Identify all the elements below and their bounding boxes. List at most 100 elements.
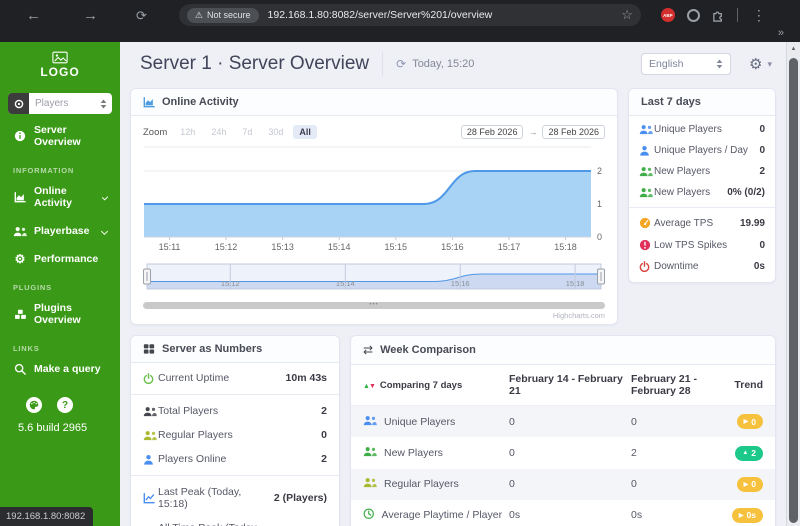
page-scrollbar[interactable]: ▲ [786, 42, 800, 526]
refresh-time: Today, 15:20 [412, 58, 475, 70]
week-row-new-players: New Players 0 2 ▲ 2 [351, 437, 775, 469]
stat-label: New Players [654, 187, 711, 198]
browser-reload-icon[interactable]: ⟳ [136, 9, 147, 22]
bookmark-star-icon[interactable]: ☆ [621, 7, 633, 23]
language-value: English [649, 58, 684, 70]
sidebar-item-make-a-query[interactable]: Make a query [0, 355, 120, 383]
date-from-input[interactable]: 28 Feb 2026 [460, 125, 524, 139]
settings-caret-icon: ▾ [767, 58, 772, 69]
not-secure-chip[interactable]: ⚠ Not secure [186, 7, 259, 23]
week1-column-header: February 14 - February 21 [509, 373, 623, 397]
page-selector[interactable]: Players [8, 93, 112, 114]
stat-value: 2 (Players) [273, 492, 327, 504]
zoom-button-12h[interactable]: 12h [174, 125, 201, 139]
trend-badge: ▶ 0 [736, 476, 763, 492]
users-icon [639, 124, 654, 135]
svg-text:15:12: 15:12 [221, 279, 240, 288]
browser-menu-icon[interactable]: ⋮ [752, 8, 766, 22]
stat-row-unique-players-day: Unique Players / Day 0 [629, 140, 775, 161]
settings-gear-icon[interactable]: ⚙ [749, 55, 762, 73]
browser-status-bar: 192.168.1.80:8082 [0, 507, 94, 526]
chart-navigator[interactable]: 15:12 15:14 15:16 15:18 [131, 263, 617, 300]
help-button[interactable]: ? [57, 397, 73, 413]
language-select[interactable]: English [641, 53, 732, 75]
page-header: Server 1 · Server Overview ⟳ Today, 15:2… [120, 42, 786, 86]
chart-toolbar: Zoom 12h 24h 7d 30d All 28 Feb 2026 → 28 Feb… [131, 116, 617, 143]
stat-label: New Players [654, 166, 711, 177]
trend-caret-icon: ▶ [743, 481, 749, 488]
zoom-button-30d[interactable]: 30d [262, 125, 289, 139]
theme-palette-button[interactable] [26, 397, 42, 413]
zoom-button-7d[interactable]: 7d [236, 125, 258, 139]
stat-value: 0 [321, 429, 327, 441]
scrollbar-thumb[interactable] [789, 58, 798, 523]
users-icon [363, 415, 377, 429]
sidebar-item-label: Performance [34, 253, 99, 265]
users-icon [143, 430, 158, 441]
week1-value: 0 [509, 415, 515, 428]
browser-forward-icon[interactable]: → [83, 8, 98, 23]
week-row-average-playtime-player: Average Playtime / Player 0s 0s ▶ 0s [351, 500, 775, 526]
chartarea-icon [13, 191, 27, 203]
sidebar-item-online-activity[interactable]: Online Activity [0, 177, 120, 217]
sidebar-item-playerbase[interactable]: Playerbase [0, 217, 120, 245]
sidebar-item-label: Playerbase [34, 225, 90, 237]
stat-value: 0 [759, 124, 765, 135]
week1-value: 0 [509, 446, 515, 459]
zoom-button-all[interactable]: All [293, 125, 317, 139]
divider [629, 207, 775, 208]
stat-row-unique-players: Unique Players 0 [629, 119, 775, 140]
stat-value: 0 [759, 239, 765, 251]
version-label: 5.6 build 2965 [18, 422, 88, 434]
user-icon [639, 145, 654, 156]
online-activity-chart[interactable]: 0 1 2 15:11 15:12 15:13 15:14 15:15 15:16 15:17 15… [131, 143, 617, 260]
sidebar-section-label: PLUGINS [13, 283, 52, 292]
metric-label: New Players [384, 446, 443, 459]
users-icon [363, 446, 377, 460]
stat-value: 2 [321, 453, 327, 465]
stat-value: 0% (0/2) [727, 187, 765, 198]
stat-label: Unique Players [654, 124, 722, 135]
address-bar[interactable]: ⚠ Not secure 192.168.1.80:8082/server/Se… [178, 4, 641, 26]
trend-badge: ▶ 0 [736, 414, 763, 429]
logo: LOGO [0, 51, 120, 79]
broken-image-icon [52, 51, 68, 64]
chart-scrollbar[interactable]: ••• [143, 302, 605, 309]
sidebar-item-server-overview[interactable]: Server Overview [0, 116, 120, 156]
stat-value: 10m 43s [285, 372, 327, 384]
stat-label: Last Peak (Today, 15:18) [158, 486, 242, 510]
metric-label: Unique Players [384, 415, 456, 428]
sidebar-item-plugins-overview[interactable]: Plugins Overview [0, 294, 120, 334]
refresh-icon[interactable]: ⟳ [396, 57, 406, 71]
cubes-icon [13, 309, 27, 320]
zoom-button-24h[interactable]: 24h [205, 125, 232, 139]
scrollbar-up-icon[interactable]: ▲ [787, 42, 800, 52]
extensions-puzzle-icon[interactable] [712, 9, 725, 22]
date-to-input[interactable]: 28 Feb 2026 [542, 125, 605, 139]
online-activity-card: Online Activity Zoom 12h 24h 7d 30d All 28 F… [130, 88, 618, 325]
svg-text:15:14: 15:14 [328, 242, 351, 252]
browser-back-icon[interactable]: ← [26, 8, 41, 23]
search-icon [13, 363, 27, 375]
info-icon [13, 130, 27, 142]
th-large-icon [143, 343, 155, 355]
trend-caret-icon: ▲ [742, 450, 749, 456]
stat-row-last-peak-today-15-18-: Last Peak (Today, 15:18) 2 (Players) [131, 480, 339, 516]
trend-badge: ▲ 2 [735, 445, 763, 461]
sidebar-item-performance[interactable]: ⚙ Performance [0, 245, 120, 273]
extension-icon[interactable] [686, 8, 700, 22]
clock-icon [363, 508, 375, 523]
navigator-svg: 15:12 15:14 15:16 15:18 [143, 263, 605, 290]
exclamation-icon [639, 239, 654, 251]
metric-label: Regular Players [384, 478, 459, 490]
bookmarks-overflow-icon[interactable]: » [778, 27, 784, 39]
week-comparison-card: ⇄ Week Comparison ▲▼ Comparing 7 days Febr… [350, 335, 776, 526]
selector-icon [8, 93, 29, 114]
warning-icon: ⚠ [194, 9, 203, 20]
adblock-extension-icon[interactable]: ABP [660, 8, 675, 22]
highcharts-credit[interactable]: Highcharts.com [131, 311, 605, 320]
svg-text:15:16: 15:16 [441, 242, 464, 252]
sidebar-item-label: Make a query [34, 363, 101, 375]
svg-text:15:18: 15:18 [554, 242, 577, 252]
logo-text: LOGO [40, 65, 80, 79]
